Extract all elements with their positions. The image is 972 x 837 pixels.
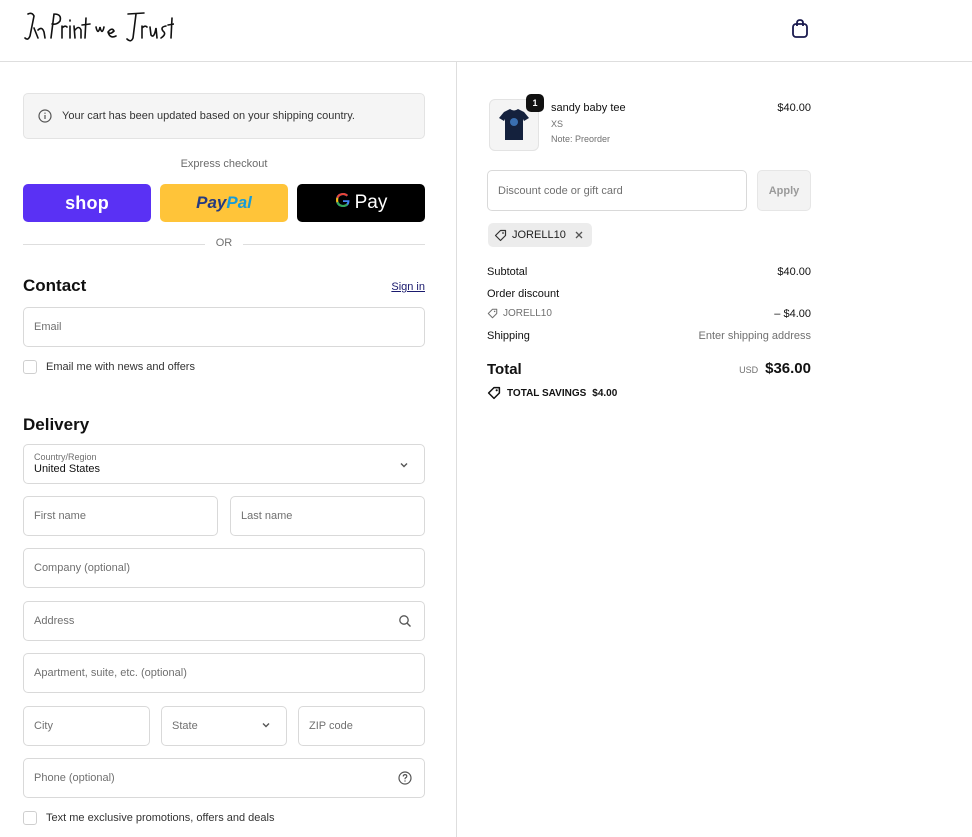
- discount-value: – $4.00: [774, 308, 811, 320]
- help-icon[interactable]: [398, 771, 412, 785]
- or-separator: OR: [23, 237, 425, 251]
- chevron-down-icon: [398, 459, 412, 473]
- state-placeholder: State: [172, 720, 198, 732]
- total-label: Total: [487, 361, 522, 378]
- country-select[interactable]: Country/Region United States: [23, 444, 425, 484]
- brand-logo[interactable]: [24, 8, 175, 48]
- delivery-heading: Delivery: [23, 415, 90, 434]
- info-icon: [38, 109, 52, 123]
- phone-field[interactable]: Phone (optional): [23, 758, 425, 798]
- paypal-button[interactable]: Pay Pal: [160, 184, 288, 222]
- paypal-label-pay: Pay: [196, 193, 227, 212]
- discount-code-field[interactable]: Discount code or gift card: [487, 170, 747, 211]
- or-text: OR: [215, 237, 233, 249]
- savings-value: $4.00: [592, 387, 618, 399]
- country-label: Country/Region: [34, 452, 97, 462]
- apartment-placeholder: Apartment, suite, etc. (optional): [34, 667, 187, 679]
- shop-pay-button[interactable]: shop: [23, 184, 151, 222]
- google-g-icon: [335, 192, 351, 214]
- product-note: Note: Preorder: [551, 134, 611, 144]
- sms-checkbox[interactable]: [23, 811, 37, 825]
- state-select[interactable]: State: [161, 706, 287, 746]
- google-pay-button[interactable]: Pay: [297, 184, 425, 222]
- first-name-field[interactable]: First name: [23, 496, 218, 536]
- search-icon[interactable]: [398, 614, 412, 628]
- email-field[interactable]: Email: [23, 307, 425, 347]
- total-value: $36.00: [765, 360, 811, 377]
- tag-icon: [487, 386, 501, 400]
- company-field[interactable]: Company (optional): [23, 548, 425, 588]
- city-field[interactable]: City: [23, 706, 150, 746]
- column-divider: [456, 62, 457, 837]
- company-placeholder: Company (optional): [34, 562, 130, 574]
- product-variant: XS: [551, 119, 564, 129]
- email-placeholder: Email: [34, 321, 62, 333]
- express-checkout-label: Express checkout: [180, 158, 268, 170]
- first-name-placeholder: First name: [34, 510, 86, 522]
- discount-code-line: JORELL10: [487, 308, 811, 319]
- address-placeholder: Address: [34, 615, 75, 627]
- banner-text: Your cart has been updated based on your…: [62, 110, 355, 122]
- google-pay-label: Pay: [354, 192, 388, 213]
- newsletter-label: Email me with news and offers: [46, 361, 195, 373]
- applied-code-text: JORELL10: [512, 229, 566, 241]
- discount-detail-row: JORELL10 – $4.00: [487, 308, 811, 320]
- zip-field[interactable]: ZIP code: [298, 706, 425, 746]
- product-price: $40.00: [777, 102, 811, 114]
- shipping-label: Shipping: [487, 330, 530, 342]
- apartment-field[interactable]: Apartment, suite, etc. (optional): [23, 653, 425, 693]
- shop-pay-label: shop: [65, 192, 109, 213]
- or-line-right: [243, 244, 425, 245]
- currency-code: USD: [739, 365, 759, 375]
- phone-placeholder: Phone (optional): [34, 772, 115, 784]
- subtotal-value: $40.00: [777, 266, 811, 278]
- zip-placeholder: ZIP code: [309, 720, 353, 732]
- newsletter-option: Email me with news and offers: [23, 360, 195, 374]
- order-discount-row: Order discount: [487, 288, 811, 300]
- shipping-row: Shipping Enter shipping address: [487, 330, 811, 342]
- tag-icon: [487, 308, 498, 319]
- country-value: United States: [34, 463, 101, 475]
- quantity-badge: 1: [526, 94, 544, 112]
- discount-placeholder: Discount code or gift card: [498, 184, 623, 197]
- product-name: sandy baby tee: [551, 102, 626, 114]
- paypal-label-pal: Pal: [226, 193, 252, 212]
- cart-updated-banner: Your cart has been updated based on your…: [23, 93, 425, 139]
- site-header: [0, 0, 972, 62]
- tag-icon: [494, 229, 507, 242]
- newsletter-checkbox[interactable]: [23, 360, 37, 374]
- order-discount-label: Order discount: [487, 288, 560, 300]
- chevron-down-icon: [260, 719, 274, 733]
- remove-code-icon[interactable]: [574, 230, 584, 240]
- sign-in-link[interactable]: Sign in: [391, 281, 425, 293]
- applied-discount-chip: JORELL10: [488, 223, 592, 247]
- last-name-placeholder: Last name: [241, 510, 293, 522]
- total-amount: USD $36.00: [739, 360, 811, 377]
- sms-label: Text me exclusive promotions, offers and…: [46, 812, 275, 824]
- subtotal-row: Subtotal $40.00: [487, 266, 811, 278]
- total-savings: TOTAL SAVINGS $4.00: [487, 386, 617, 400]
- discount-code-text: JORELL10: [503, 308, 552, 319]
- sms-option: Text me exclusive promotions, offers and…: [23, 811, 274, 825]
- subtotal-label: Subtotal: [487, 266, 528, 278]
- savings-label: TOTAL SAVINGS: [507, 387, 587, 399]
- apply-discount-button[interactable]: Apply: [757, 170, 811, 211]
- shopping-bag-icon[interactable]: [790, 18, 810, 40]
- last-name-field[interactable]: Last name: [230, 496, 425, 536]
- city-placeholder: City: [34, 720, 53, 732]
- address-field[interactable]: Address: [23, 601, 425, 641]
- contact-heading: Contact: [23, 276, 87, 295]
- shipping-value: Enter shipping address: [698, 330, 811, 342]
